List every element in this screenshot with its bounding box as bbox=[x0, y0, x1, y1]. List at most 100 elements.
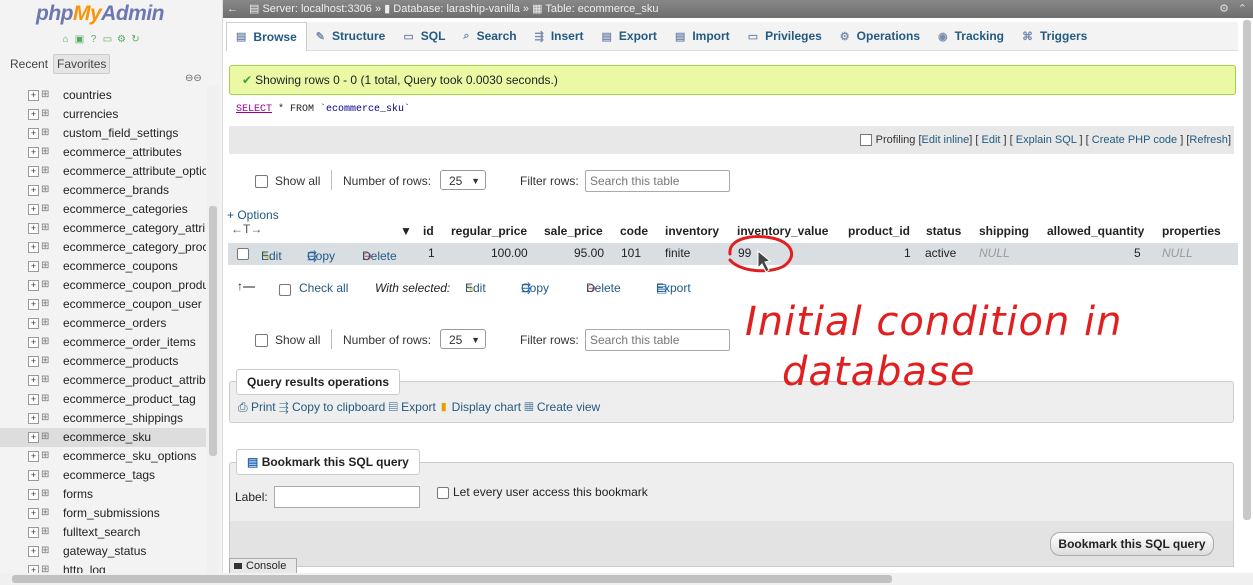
sql-keyword[interactable]: SELECT bbox=[236, 104, 272, 115]
show-all-checkbox[interactable] bbox=[255, 175, 268, 188]
cell-sale-price[interactable]: 95.00 bbox=[574, 246, 604, 260]
horizontal-scrollbar[interactable] bbox=[0, 573, 1253, 585]
expand-icon[interactable]: + bbox=[28, 166, 39, 177]
refresh-link[interactable]: Refresh bbox=[1189, 134, 1228, 146]
settings-gear-icon[interactable]: ⚙ bbox=[1219, 0, 1229, 18]
expand-icon[interactable]: + bbox=[28, 299, 39, 310]
cell-id[interactable]: 1 bbox=[428, 246, 435, 260]
expand-icon[interactable]: + bbox=[28, 546, 39, 557]
sidebar-table-item[interactable]: + ⊞ ecommerce_sku_options bbox=[0, 447, 206, 466]
sidebar-table-item[interactable]: + ⊞ ecommerce_shippings bbox=[0, 409, 206, 428]
print-link[interactable]: ⎙ Print bbox=[238, 400, 276, 414]
logout-icon[interactable]: ▣ bbox=[74, 34, 85, 45]
rows-select[interactable]: 25 ▼ bbox=[440, 170, 486, 190]
sidebar-table-item[interactable]: + ⊞ ecommerce_coupon_user bbox=[0, 295, 206, 314]
breadcrumb-database[interactable]: Database: laraship-vanilla bbox=[393, 3, 520, 15]
expand-icon[interactable]: + bbox=[28, 109, 39, 120]
tab-structure[interactable]: ✎ Structure bbox=[307, 22, 395, 50]
sidebar-table-item[interactable]: + ⊞ currencies bbox=[0, 105, 206, 124]
create-php-link[interactable]: Create PHP code bbox=[1092, 134, 1177, 146]
filter-rows-input[interactable]: Search this table bbox=[585, 170, 730, 192]
col-id[interactable]: id bbox=[423, 224, 434, 238]
settings-icon[interactable]: ⚙ bbox=[116, 34, 127, 45]
home-icon[interactable]: ⌂ bbox=[60, 34, 71, 45]
expand-icon[interactable]: + bbox=[28, 356, 39, 367]
sidebar-table-item[interactable]: + ⊞ ecommerce_category_attri bbox=[0, 219, 206, 238]
sidebar-table-item[interactable]: + ⊞ ecommerce_attributes bbox=[0, 143, 206, 162]
sidebar-table-item[interactable]: + ⊞ ecommerce_product_attrib bbox=[0, 371, 206, 390]
expand-icon[interactable]: + bbox=[28, 413, 39, 424]
expand-icon[interactable]: + bbox=[28, 337, 39, 348]
check-all-link[interactable]: Check all bbox=[299, 281, 348, 295]
expand-icon[interactable]: + bbox=[28, 280, 39, 291]
expand-icon[interactable]: + bbox=[28, 128, 39, 139]
breadcrumb-table[interactable]: Table: ecommerce_sku bbox=[545, 3, 658, 15]
bookmark-label-input[interactable] bbox=[274, 486, 420, 508]
collapse-nav-icon[interactable]: ← bbox=[227, 0, 238, 18]
copy-clipboard-link[interactable]: ⇶ Copy to clipboard bbox=[279, 400, 385, 414]
edit-inline-link[interactable]: Edit inline bbox=[922, 134, 970, 146]
sidebar-table-item[interactable]: + ⊞ ecommerce_order_items bbox=[0, 333, 206, 352]
reload-icon[interactable]: ↻ bbox=[130, 34, 141, 45]
col-inventory[interactable]: inventory bbox=[665, 224, 719, 238]
rows-select-bottom[interactable]: 25 ▼ bbox=[440, 329, 486, 349]
tab-operations[interactable]: ⚙ Operations bbox=[831, 22, 929, 50]
expand-icon[interactable]: + bbox=[28, 242, 39, 253]
sidebar-table-item[interactable]: + ⊞ form_submissions bbox=[0, 504, 206, 523]
options-link[interactable]: + Options bbox=[227, 208, 279, 222]
cell-inventory[interactable]: finite bbox=[665, 246, 690, 260]
explain-sql-link[interactable]: Explain SQL bbox=[1016, 134, 1077, 146]
expand-icon[interactable]: + bbox=[28, 470, 39, 481]
sidebar-table-item[interactable]: + ⊞ countries bbox=[0, 86, 206, 105]
tab-search[interactable]: ⌕ Search bbox=[454, 22, 525, 50]
tab-import[interactable]: ▤ Import bbox=[666, 22, 739, 50]
display-chart-link[interactable]: ▮ Display chart bbox=[439, 400, 521, 414]
expand-icon[interactable]: + bbox=[28, 185, 39, 196]
tab-export[interactable]: ▤ Export bbox=[593, 22, 666, 50]
sidebar-table-item[interactable]: + ⊞ ecommerce_products bbox=[0, 352, 206, 371]
tab-tracking[interactable]: ◉ Tracking bbox=[929, 22, 1013, 50]
expand-icon[interactable]: + bbox=[28, 223, 39, 234]
expand-icon[interactable]: + bbox=[28, 508, 39, 519]
expand-icon[interactable]: + bbox=[28, 90, 39, 101]
expand-icon[interactable]: + bbox=[28, 147, 39, 158]
nav-scrollbar[interactable] bbox=[207, 86, 219, 583]
create-view-link[interactable]: ▦ Create view bbox=[524, 400, 600, 414]
sort-icon[interactable]: ▼ bbox=[400, 224, 412, 238]
help-icon[interactable]: ? bbox=[88, 34, 99, 45]
breadcrumb-server[interactable]: Server: localhost:3306 bbox=[262, 3, 371, 15]
sidebar-table-item[interactable]: + ⊞ ecommerce_sku bbox=[0, 428, 206, 447]
col-regular-price[interactable]: regular_price bbox=[451, 224, 527, 238]
expand-icon[interactable]: + bbox=[28, 451, 39, 462]
profiling-checkbox[interactable] bbox=[859, 134, 872, 147]
sidebar-table-item[interactable]: + ⊞ fulltext_search bbox=[0, 523, 206, 542]
sidebar-table-item[interactable]: + ⊞ gateway_status bbox=[0, 542, 206, 561]
expand-icon[interactable]: + bbox=[28, 489, 39, 500]
tab-recent[interactable]: Recent bbox=[7, 55, 51, 73]
tab-favorites[interactable]: Favorites bbox=[53, 54, 111, 74]
row-checkbox[interactable] bbox=[237, 248, 249, 260]
col-sale-price[interactable]: sale_price bbox=[544, 224, 603, 238]
bookmark-access-checkbox[interactable] bbox=[437, 486, 449, 499]
filter-rows-input-bottom[interactable]: Search this table bbox=[585, 329, 730, 351]
sidebar-table-item[interactable]: + ⊞ custom_field_settings bbox=[0, 124, 206, 143]
sidebar-table-item[interactable]: + ⊞ ecommerce_orders bbox=[0, 314, 206, 333]
expand-icon[interactable]: + bbox=[28, 318, 39, 329]
bookmark-submit-button[interactable]: Bookmark this SQL query bbox=[1050, 532, 1214, 556]
cell-code[interactable]: 101 bbox=[621, 246, 641, 260]
tab-privileges[interactable]: ▭ Privileges bbox=[739, 22, 831, 50]
expand-icon[interactable]: + bbox=[28, 261, 39, 272]
sidebar-table-item[interactable]: + ⊞ ecommerce_brands bbox=[0, 181, 206, 200]
expand-icon[interactable]: + bbox=[28, 375, 39, 386]
sidebar-table-item[interactable]: + ⊞ ecommerce_categories bbox=[0, 200, 206, 219]
phpmyadmin-logo[interactable]: phpMyAdmin bbox=[36, 2, 164, 26]
expand-icon[interactable]: + bbox=[28, 204, 39, 215]
sidebar-table-item[interactable]: + ⊞ ecommerce_tags bbox=[0, 466, 206, 485]
sidebar-table-item[interactable]: + ⊞ ecommerce_product_tag bbox=[0, 390, 206, 409]
link-with-main-icon[interactable]: ⊖⊖ bbox=[185, 73, 202, 84]
expand-icon[interactable]: + bbox=[28, 527, 39, 538]
expand-icon[interactable]: + bbox=[28, 394, 39, 405]
tab-insert[interactable]: ⇶ Insert bbox=[526, 22, 593, 50]
sidebar-table-item[interactable]: + ⊞ ecommerce_category_proc bbox=[0, 238, 206, 257]
export-link[interactable]: ▤ Export bbox=[389, 400, 436, 414]
